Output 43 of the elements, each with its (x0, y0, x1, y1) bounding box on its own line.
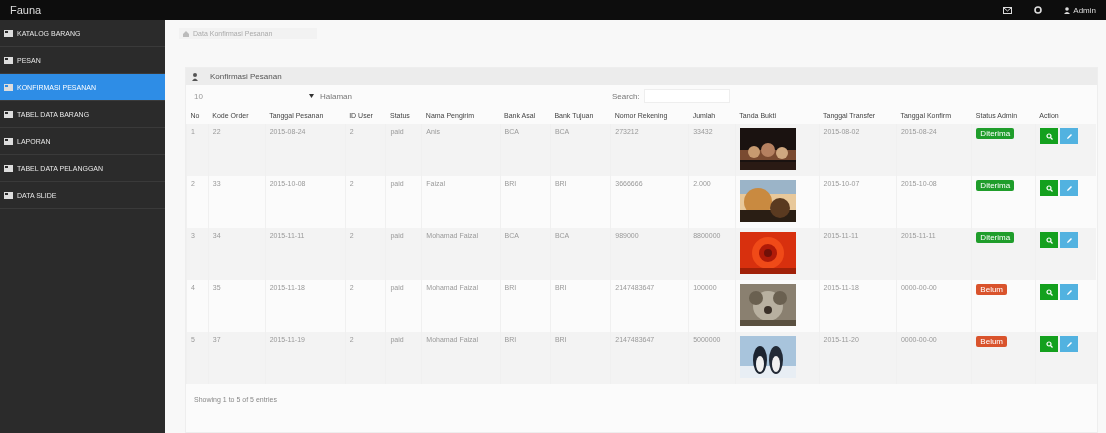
menu-item-icon (4, 164, 13, 172)
user-icon (192, 72, 198, 81)
search-icon (1045, 184, 1053, 192)
edit-button[interactable] (1060, 128, 1079, 144)
edit-button[interactable] (1060, 284, 1079, 300)
menu-item-icon (4, 83, 13, 91)
status-badge: Diterima (976, 232, 1015, 243)
menu-item-icon (4, 56, 13, 64)
edit-button[interactable] (1060, 336, 1079, 352)
search-button[interactable] (1040, 284, 1059, 300)
status-badge: Diterima (976, 180, 1015, 191)
home-icon (183, 30, 189, 37)
search-label: Search: (612, 91, 640, 101)
search-icon (1045, 288, 1053, 296)
panel-title: Konfirmasi Pesanan (210, 72, 282, 81)
pencil-icon (1065, 132, 1073, 140)
settings-icon[interactable] (1034, 6, 1043, 14)
page-size-label: Halaman (320, 91, 352, 101)
menu-item-icon (4, 137, 13, 145)
status-badge: Belum (976, 336, 1008, 347)
edit-button[interactable] (1060, 232, 1079, 248)
status-badge: Diterima (976, 128, 1015, 139)
pencil-icon (1065, 340, 1073, 348)
envelope-icon[interactable] (1003, 6, 1013, 14)
pencil-icon (1065, 184, 1073, 192)
menu-item-icon (4, 191, 13, 199)
search-button[interactable] (1040, 128, 1059, 144)
search-button[interactable] (1040, 232, 1059, 248)
search-button[interactable] (1040, 336, 1059, 352)
search-icon (1045, 132, 1053, 140)
menu-item-icon (4, 110, 13, 118)
user-menu[interactable]: Admin (1064, 5, 1096, 15)
pencil-icon (1065, 288, 1073, 296)
menu-item-icon (4, 29, 13, 37)
search-icon (1045, 340, 1053, 348)
brand-title: Fauna (10, 4, 42, 16)
search-button[interactable] (1040, 180, 1059, 196)
status-badge: Belum (976, 284, 1008, 295)
search-icon (1045, 236, 1053, 244)
caret-icon (309, 94, 314, 98)
pencil-icon (1065, 236, 1073, 244)
user-icon (1064, 6, 1071, 14)
edit-button[interactable] (1060, 180, 1079, 196)
